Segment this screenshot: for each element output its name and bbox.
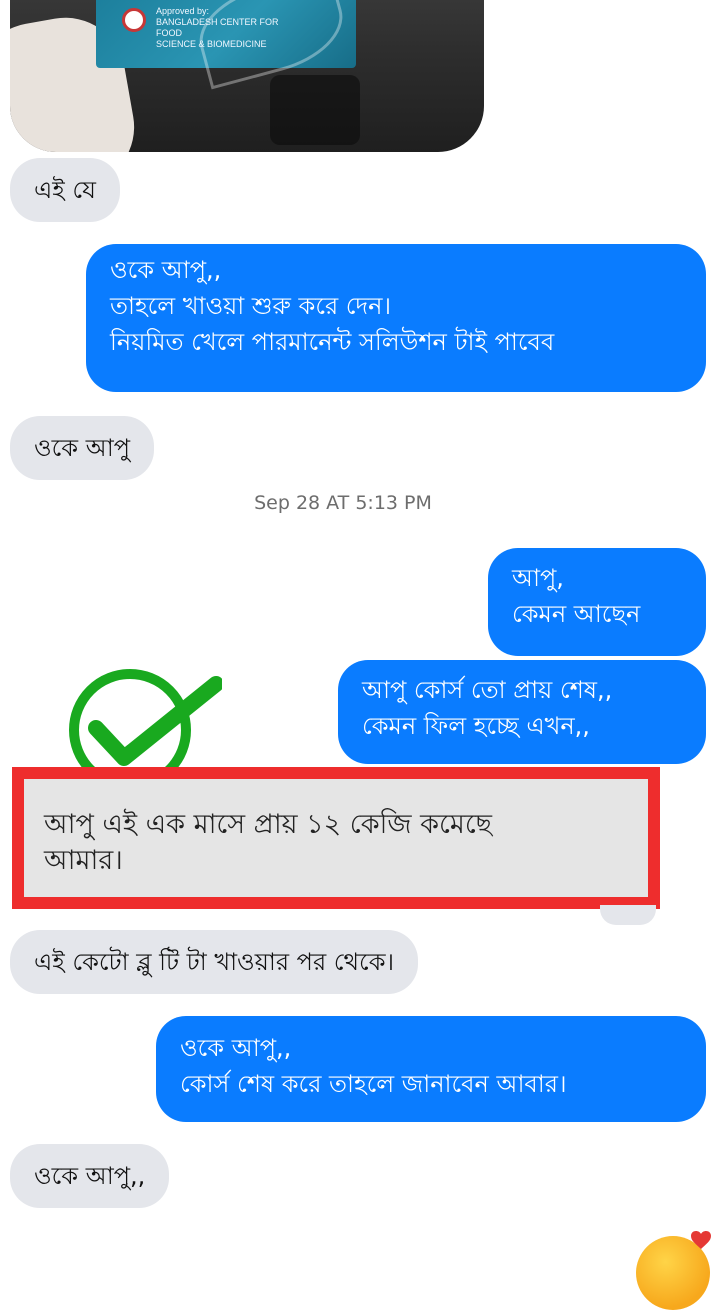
message-text: ওকে আপু,, xyxy=(110,256,222,284)
message-text: ওকে আপু,, xyxy=(34,1162,146,1190)
message-outgoing[interactable]: আপু, কেমন আছেন xyxy=(488,548,706,656)
message-text: ওকে আপু,, xyxy=(180,1034,292,1062)
highlighted-message-text: আপু এই এক মাসে প্রায় ১২ কেজি কমেছে আমার… xyxy=(44,807,492,879)
message-incoming[interactable]: ওকে আপু,, xyxy=(10,1144,170,1208)
photo-shadow xyxy=(270,75,360,145)
timestamp-separator: Sep 28 AT 5:13 PM xyxy=(254,492,432,514)
message-text: আপু, xyxy=(512,564,564,592)
message-text: এই যে xyxy=(34,176,96,204)
highlighted-message[interactable]: আপু এই এক মাসে প্রায় ১২ কেজি কমেছে আমার… xyxy=(12,767,660,909)
message-text: এই কেটো ব্লু টি টা খাওয়ার পর থেকে। xyxy=(34,948,395,976)
message-outgoing[interactable]: আপু কোর্স তো প্রায় শেষ,, কেমন ফিল হচ্ছে… xyxy=(338,660,706,764)
message-text: নিয়মিত খেলে পারমানেন্ট সলিউশন টাই পাবেব xyxy=(110,328,555,356)
smiling-face-with-hearts-icon[interactable] xyxy=(636,1231,711,1310)
message-text: তাহলে খাওয়া শুরু করে দেন। xyxy=(110,292,392,320)
message-text: আপু কোর্স তো প্রায় শেষ,, xyxy=(362,676,613,704)
message-text: কেমন ফিল হচ্ছে এখন,, xyxy=(362,712,590,740)
message-text: ওকে আপু xyxy=(34,434,131,462)
message-incoming[interactable]: এই যে xyxy=(10,158,120,222)
message-text: কোর্স শেষ করে তাহলে জানাবেন আবার। xyxy=(180,1070,567,1098)
box-label-line1: Approved by: xyxy=(156,6,210,16)
product-box: Approved by: BANGLADESH CENTER FOR FOOD … xyxy=(96,0,356,90)
reaction-emoji-icon[interactable] xyxy=(600,905,656,925)
message-outgoing[interactable]: ওকে আপু,, কোর্স শেষ করে তাহলে জানাবেন আব… xyxy=(156,1016,706,1122)
message-incoming[interactable]: ওকে আপু xyxy=(10,416,155,480)
box-label-line3: SCIENCE & BIOMEDICINE xyxy=(156,39,267,49)
message-text: কেমন আছেন xyxy=(512,600,641,628)
message-text: আমার। xyxy=(44,845,123,876)
message-incoming[interactable]: এই কেটো ব্লু টি টা খাওয়ার পর থেকে। xyxy=(10,930,419,994)
box-label: Approved by: BANGLADESH CENTER FOR FOOD … xyxy=(156,6,306,50)
approval-badge-icon xyxy=(122,8,146,32)
photo-attachment[interactable]: Approved by: BANGLADESH CENTER FOR FOOD … xyxy=(10,0,484,152)
box-label-line2: BANGLADESH CENTER FOR FOOD xyxy=(156,17,279,38)
heart-icon xyxy=(691,1231,711,1249)
message-text: আপু এই এক মাসে প্রায় ১২ কেজি কমেছে xyxy=(44,809,493,840)
message-outgoing[interactable]: ওকে আপু,, তাহলে খাওয়া শুরু করে দেন। নিয… xyxy=(86,244,706,392)
